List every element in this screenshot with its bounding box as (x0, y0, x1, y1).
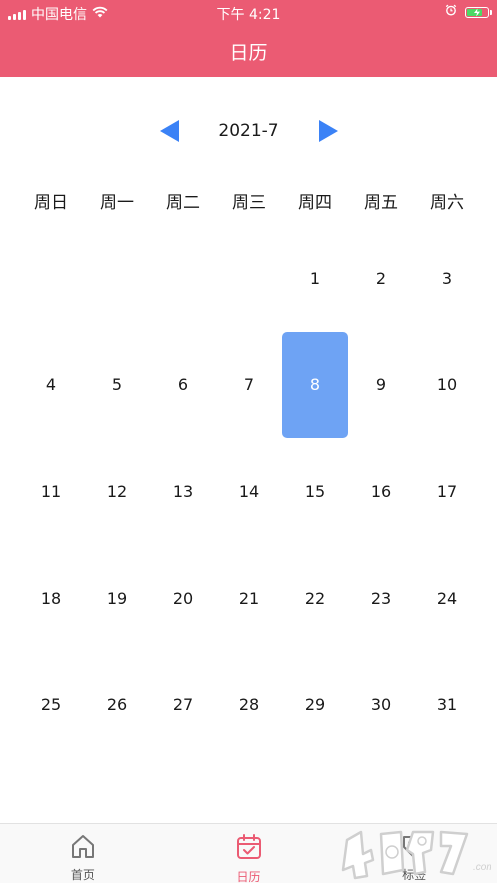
weekday-label: 周日 (34, 193, 68, 213)
calendar-day[interactable]: 11 (18, 438, 84, 545)
day-number: 20 (172, 588, 194, 608)
status-right (445, 4, 492, 20)
calendar-day[interactable]: 25 (18, 651, 84, 758)
triangle-left-icon (159, 120, 179, 142)
calendar-day[interactable]: 2 (348, 225, 414, 332)
day-number: 17 (436, 481, 458, 501)
calendar-day[interactable]: 15 (282, 438, 348, 545)
calendar-day[interactable]: 27 (150, 651, 216, 758)
calendar-day-selected[interactable]: 8 (282, 331, 348, 439)
battery-icon (465, 6, 492, 18)
day-number: 30 (370, 695, 392, 715)
day-number: 25 (40, 695, 62, 715)
calendar-day[interactable]: 10 (414, 332, 480, 439)
calendar-day-grid: 1 2 3 4 5 6 7 8 9 10 11 12 13 14 15 16 17 18 19 20 21 22 23 24 2… (18, 225, 480, 758)
header: 中国电信 下午 4:21 日历 (0, 0, 497, 77)
day-number: 12 (106, 481, 128, 501)
app-root: 中国电信 下午 4:21 日历 2021-7 周日 周一 周二 周三 周四 周五… (0, 0, 497, 883)
day-number: 2 (375, 268, 387, 288)
alarm-icon (445, 4, 457, 20)
calendar-day[interactable]: 7 (216, 332, 282, 439)
calendar-day[interactable]: 29 (282, 651, 348, 758)
tab-label: 标签 (402, 868, 427, 882)
day-number: 5 (111, 375, 123, 395)
next-month-button[interactable] (316, 119, 340, 143)
weekday-label: 周六 (430, 193, 464, 213)
calendar-day[interactable]: 13 (150, 438, 216, 545)
tab-bar: 首页 日历 标签 (0, 823, 497, 883)
page-title: 日历 (229, 42, 268, 64)
month-label: 2021-7 (218, 121, 279, 141)
day-number: 18 (40, 588, 62, 608)
tab-calendar[interactable]: 日历 (166, 824, 332, 883)
calendar-day[interactable]: 31 (414, 651, 480, 758)
status-bar: 中国电信 下午 4:21 (0, 0, 497, 26)
empty-day-cell (84, 225, 150, 332)
day-number: 3 (441, 268, 453, 288)
calendar-day[interactable]: 4 (18, 332, 84, 439)
calendar-day[interactable]: 20 (150, 545, 216, 652)
weekday-label: 周二 (166, 193, 200, 213)
day-number: 1 (309, 268, 321, 288)
empty-day-cell (216, 225, 282, 332)
day-number: 14 (238, 481, 260, 501)
day-number: 9 (375, 375, 387, 395)
calendar-day[interactable]: 23 (348, 545, 414, 652)
day-number: 7 (243, 375, 255, 395)
weekday-label: 周一 (100, 193, 134, 213)
calendar-day[interactable]: 18 (18, 545, 84, 652)
tag-icon (400, 833, 428, 863)
weekday-label: 周五 (364, 193, 398, 213)
day-number: 26 (106, 695, 128, 715)
calendar-day[interactable]: 28 (216, 651, 282, 758)
calendar-day[interactable]: 12 (84, 438, 150, 545)
triangle-right-icon (318, 120, 338, 142)
day-number: 13 (172, 481, 194, 501)
day-number: 31 (436, 695, 458, 715)
month-switcher: 2021-7 (0, 117, 497, 145)
day-number: 22 (304, 588, 326, 608)
day-number: 19 (106, 588, 128, 608)
calendar-day[interactable]: 19 (84, 545, 150, 652)
day-number: 4 (45, 375, 57, 395)
day-number: 10 (436, 375, 458, 395)
day-number: 16 (370, 481, 392, 501)
calendar-day[interactable]: 21 (216, 545, 282, 652)
empty-day-cell (150, 225, 216, 332)
tab-label: 日历 (236, 870, 261, 883)
day-number: 15 (304, 481, 326, 501)
home-icon (69, 833, 97, 863)
empty-day-cell (18, 225, 84, 332)
calendar-day[interactable]: 16 (348, 438, 414, 545)
calendar-day[interactable]: 5 (84, 332, 150, 439)
calendar-day[interactable]: 1 (282, 225, 348, 332)
calendar-check-icon (235, 833, 263, 865)
calendar-day[interactable]: 6 (150, 332, 216, 439)
tab-home[interactable]: 首页 (0, 824, 166, 883)
day-number: 23 (370, 588, 392, 608)
day-number: 11 (40, 481, 62, 501)
status-time: 下午 4:21 (216, 7, 281, 23)
calendar-day[interactable]: 9 (348, 332, 414, 439)
calendar-day[interactable]: 22 (282, 545, 348, 652)
day-number: 6 (177, 375, 189, 395)
calendar-day[interactable]: 24 (414, 545, 480, 652)
calendar-day[interactable]: 26 (84, 651, 150, 758)
day-number: 29 (304, 695, 326, 715)
tab-tags[interactable]: 标签 (331, 824, 497, 883)
tab-label: 首页 (70, 868, 95, 882)
calendar-day[interactable]: 17 (414, 438, 480, 545)
calendar-day[interactable]: 14 (216, 438, 282, 545)
calendar-day[interactable]: 3 (414, 225, 480, 332)
weekday-label: 周四 (298, 193, 332, 213)
weekday-label: 周三 (232, 193, 266, 213)
day-number: 8 (282, 331, 348, 438)
prev-month-button[interactable] (158, 119, 182, 143)
calendar-day[interactable]: 30 (348, 651, 414, 758)
day-number: 21 (238, 588, 260, 608)
day-number: 28 (238, 695, 260, 715)
day-number: 27 (172, 695, 194, 715)
day-number: 24 (436, 588, 458, 608)
weekday-header-row: 周日 周一 周二 周三 周四 周五 周六 (18, 190, 480, 216)
